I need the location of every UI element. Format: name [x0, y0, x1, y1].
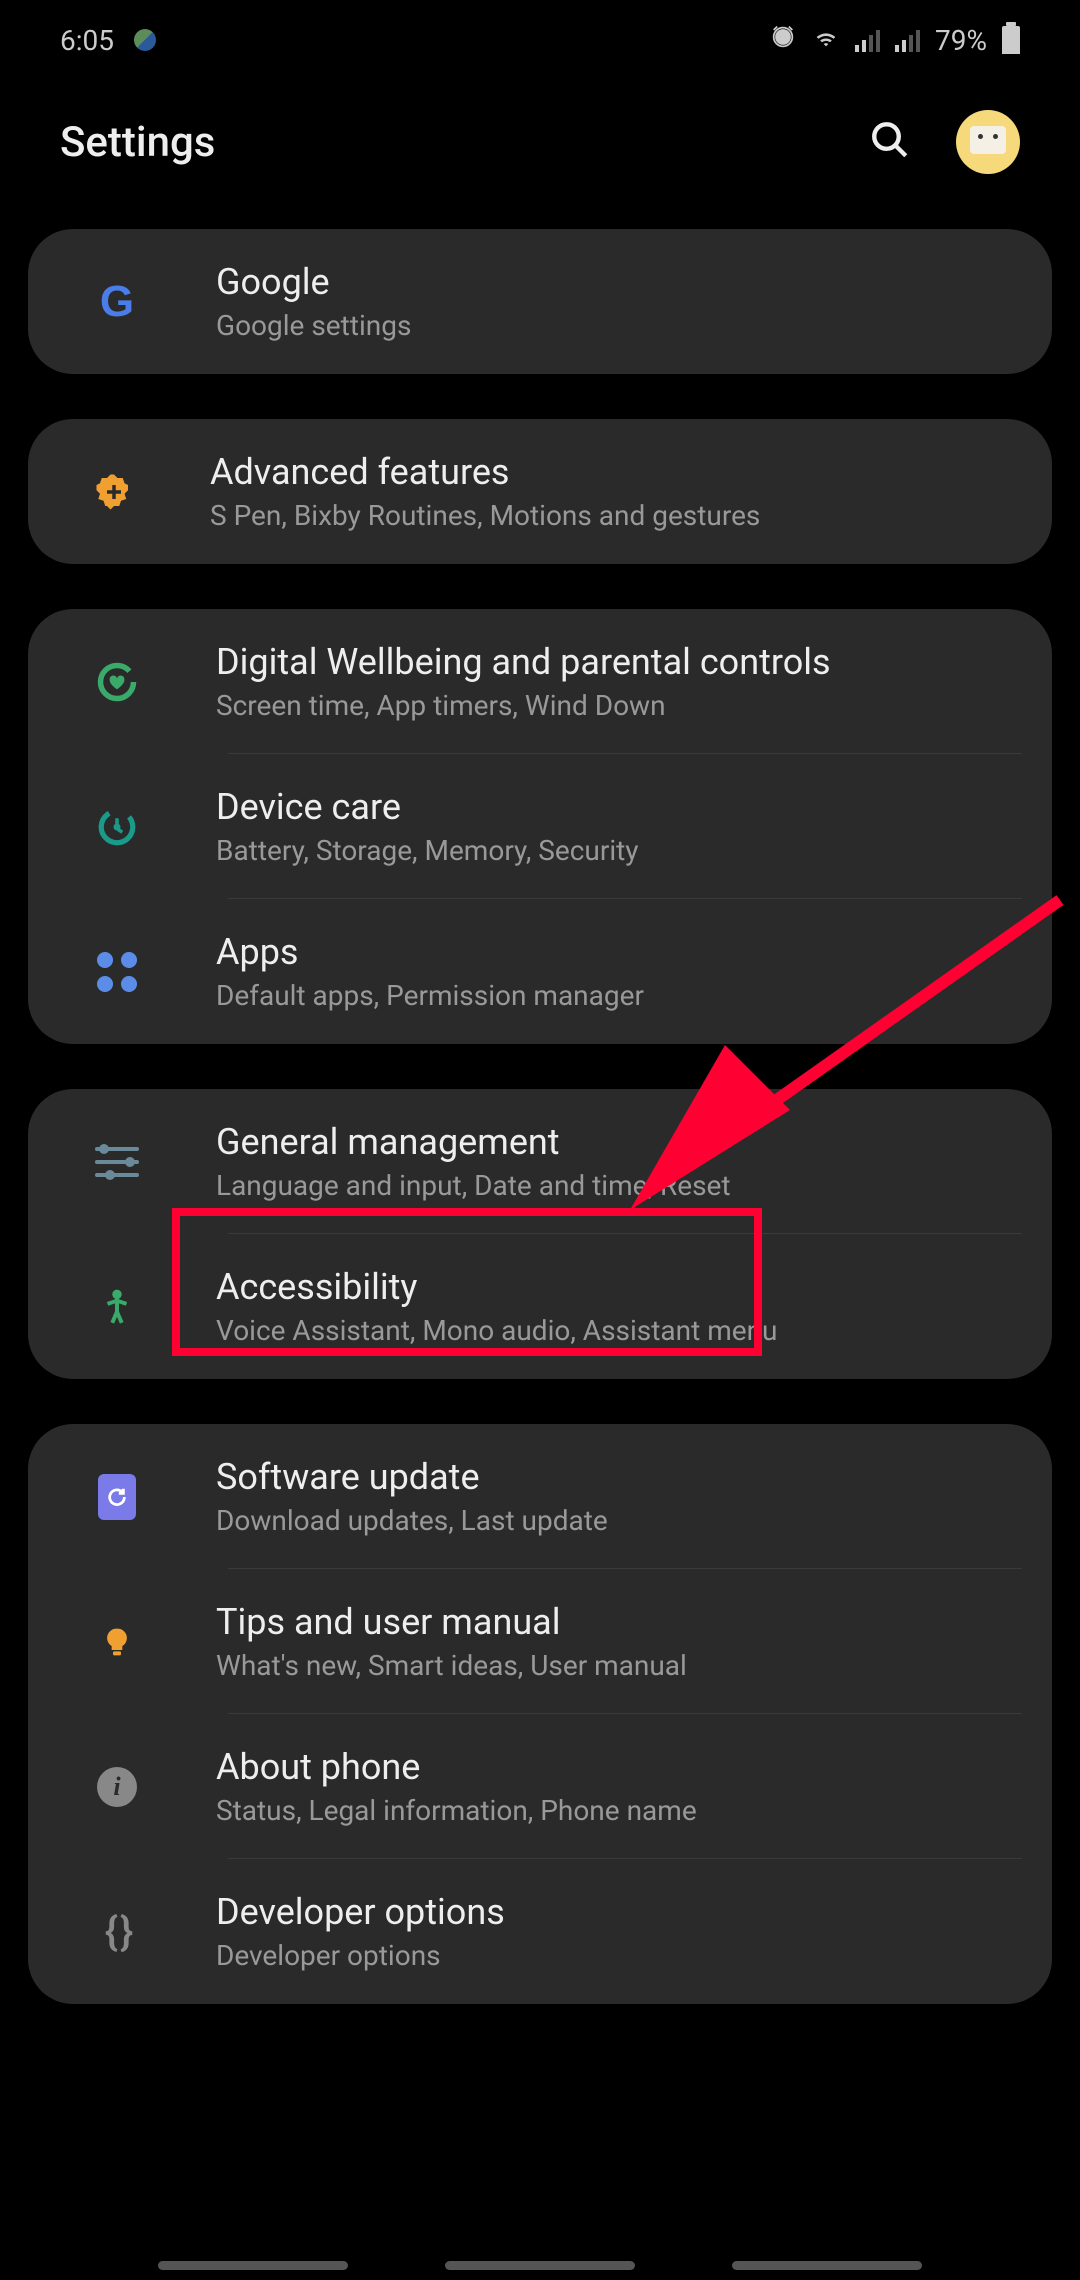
settings-item-google[interactable]: G Google Google settings [28, 229, 1052, 374]
battery-icon [1002, 26, 1020, 54]
gear-plus-icon [93, 471, 135, 513]
settings-item-device-care[interactable]: Device care Battery, Storage, Memory, Se… [28, 754, 1052, 899]
item-subtitle: Battery, Storage, Memory, Security [216, 834, 1012, 867]
signal-1-icon [855, 28, 880, 52]
wifi-icon [812, 23, 840, 58]
page-title: Settings [60, 118, 215, 167]
settings-header: Settings [0, 80, 1080, 229]
signal-2-icon [895, 28, 920, 52]
item-title: Developer options [216, 1891, 1012, 1933]
google-icon: G [93, 278, 141, 326]
braces-icon: { } [93, 1908, 141, 1956]
status-bar: 6:05 79% [0, 0, 1080, 80]
item-subtitle: Voice Assistant, Mono audio, Assistant m… [216, 1314, 1012, 1347]
alarm-icon [769, 23, 797, 58]
settings-item-apps[interactable]: Apps Default apps, Permission manager [28, 899, 1052, 1044]
nav-recents[interactable] [158, 2261, 348, 2270]
system-nav-bar[interactable] [0, 2261, 1080, 2270]
bulb-icon [93, 1618, 141, 1666]
wellbeing-icon [93, 658, 141, 706]
item-subtitle: S Pen, Bixby Routines, Motions and gestu… [210, 499, 1012, 532]
settings-group: Software update Download updates, Last u… [28, 1424, 1052, 2004]
item-subtitle: Status, Legal information, Phone name [216, 1794, 1012, 1827]
item-title: Digital Wellbeing and parental controls [216, 641, 1012, 683]
info-icon: i [93, 1763, 141, 1811]
account-avatar[interactable] [956, 110, 1020, 174]
settings-item-about-phone[interactable]: i About phone Status, Legal information,… [28, 1714, 1052, 1859]
settings-item-advanced-features[interactable]: Advanced features S Pen, Bixby Routines,… [28, 419, 1052, 564]
apps-icon [93, 948, 141, 996]
weather-icon [134, 29, 156, 51]
item-subtitle: What's new, Smart ideas, User manual [216, 1649, 1012, 1682]
settings-group: G Google Google settings [28, 229, 1052, 374]
settings-group: General management Language and input, D… [28, 1089, 1052, 1379]
settings-item-digital-wellbeing[interactable]: Digital Wellbeing and parental controls … [28, 609, 1052, 754]
item-title: Accessibility [216, 1266, 1012, 1308]
item-subtitle: Google settings [216, 309, 1012, 342]
settings-item-software-update[interactable]: Software update Download updates, Last u… [28, 1424, 1052, 1569]
settings-group: Advanced features S Pen, Bixby Routines,… [28, 419, 1052, 564]
settings-item-accessibility[interactable]: Accessibility Voice Assistant, Mono audi… [28, 1234, 1052, 1379]
nav-back[interactable] [732, 2261, 922, 2270]
accessibility-icon [93, 1283, 141, 1331]
item-title: General management [216, 1121, 1012, 1163]
item-title: Software update [216, 1456, 1012, 1498]
item-subtitle: Screen time, App timers, Wind Down [216, 689, 1012, 722]
item-title: About phone [216, 1746, 1012, 1788]
item-title: Apps [216, 931, 1012, 973]
battery-percentage: 79% [935, 24, 987, 57]
item-title: Advanced features [210, 451, 1012, 493]
settings-item-developer-options[interactable]: { } Developer options Developer options [28, 1859, 1052, 2004]
settings-item-tips[interactable]: Tips and user manual What's new, Smart i… [28, 1569, 1052, 1714]
item-subtitle: Language and input, Date and time, Reset [216, 1169, 1012, 1202]
nav-home[interactable] [445, 2261, 635, 2270]
item-title: Tips and user manual [216, 1601, 1012, 1643]
settings-list: G Google Google settings Advanced featur… [0, 229, 1080, 2004]
settings-group: Digital Wellbeing and parental controls … [28, 609, 1052, 1044]
sliders-icon [93, 1138, 141, 1186]
search-button[interactable] [869, 119, 911, 165]
item-title: Google [216, 261, 1012, 303]
settings-item-general-management[interactable]: General management Language and input, D… [28, 1089, 1052, 1234]
item-subtitle: Developer options [216, 1939, 1012, 1972]
item-title: Device care [216, 786, 1012, 828]
software-update-icon [93, 1473, 141, 1521]
status-time: 6:05 [60, 24, 114, 57]
item-subtitle: Download updates, Last update [216, 1504, 1012, 1537]
item-subtitle: Default apps, Permission manager [216, 979, 1012, 1012]
device-care-icon [93, 803, 141, 851]
